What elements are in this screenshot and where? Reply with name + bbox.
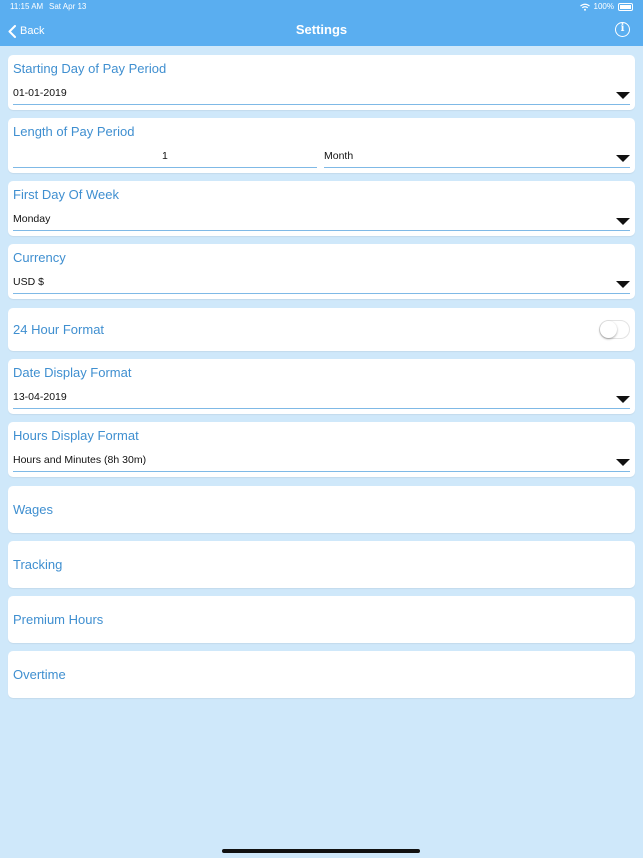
hour-format-card: 24 Hour Format — [8, 308, 635, 351]
first-day-value[interactable]: Monday — [13, 213, 50, 225]
currency-card[interactable]: Currency USD $ — [8, 244, 635, 299]
date-format-card[interactable]: Date Display Format 13-04-2019 — [8, 359, 635, 414]
dropdown-caret-icon[interactable] — [616, 218, 630, 225]
overtime-row[interactable]: Overtime — [8, 651, 635, 698]
home-indicator — [222, 849, 420, 853]
length-number-underline — [13, 167, 317, 168]
length-unit-select[interactable]: Month — [324, 150, 353, 162]
date-format-underline — [13, 408, 630, 409]
length-card: Length of Pay Period 1 Month — [8, 118, 635, 173]
date-format-value[interactable]: 13-04-2019 — [13, 391, 67, 403]
length-number-input[interactable]: 1 — [162, 150, 168, 162]
hours-format-card[interactable]: Hours Display Format Hours and Minutes (… — [8, 422, 635, 477]
battery-percent: 100% — [593, 2, 614, 11]
tracking-label: Tracking — [13, 557, 63, 572]
dropdown-caret-icon[interactable] — [616, 155, 630, 162]
date-format-label: Date Display Format — [13, 365, 132, 380]
currency-underline — [13, 293, 630, 294]
hour-format-label: 24 Hour Format — [13, 322, 105, 337]
first-day-label: First Day Of Week — [13, 187, 119, 202]
hours-format-underline — [13, 471, 630, 472]
starting-day-underline — [13, 104, 630, 105]
length-unit-underline — [324, 167, 630, 168]
starting-day-label: Starting Day of Pay Period — [13, 61, 167, 76]
first-day-card[interactable]: First Day Of Week Monday — [8, 181, 635, 236]
starting-day-card[interactable]: Starting Day of Pay Period 01-01-2019 — [8, 55, 635, 110]
navigation-bar: 11:15 AM Sat Apr 13 100% Back Settings i — [0, 0, 643, 46]
length-label: Length of Pay Period — [13, 124, 135, 139]
premium-hours-row[interactable]: Premium Hours — [8, 596, 635, 643]
battery-icon — [618, 3, 633, 11]
wages-row[interactable]: Wages — [8, 486, 635, 533]
toggle-knob — [600, 321, 617, 338]
dropdown-caret-icon[interactable] — [616, 281, 630, 288]
page-title: Settings — [295, 22, 348, 37]
wages-label: Wages — [13, 502, 53, 517]
wifi-icon — [579, 3, 590, 11]
first-day-underline — [13, 230, 630, 231]
dropdown-caret-icon[interactable] — [616, 459, 630, 466]
currency-value[interactable]: USD $ — [13, 276, 44, 288]
info-icon[interactable]: i — [615, 22, 630, 37]
dropdown-caret-icon[interactable] — [616, 92, 630, 99]
status-right: 100% — [579, 0, 633, 14]
starting-day-value[interactable]: 01-01-2019 — [13, 87, 67, 99]
status-time: 11:15 AM — [10, 2, 44, 11]
hour-format-toggle[interactable] — [599, 320, 630, 339]
overtime-label: Overtime — [13, 667, 66, 682]
status-date: Sat Apr 13 — [49, 2, 87, 11]
tracking-row[interactable]: Tracking — [8, 541, 635, 588]
dropdown-caret-icon[interactable] — [616, 396, 630, 403]
hours-format-value[interactable]: Hours and Minutes (8h 30m) — [13, 454, 146, 466]
status-bar: 11:15 AM Sat Apr 13 100% — [0, 0, 643, 14]
hours-format-label: Hours Display Format — [13, 428, 139, 443]
premium-hours-label: Premium Hours — [13, 612, 104, 627]
currency-label: Currency — [13, 250, 66, 265]
